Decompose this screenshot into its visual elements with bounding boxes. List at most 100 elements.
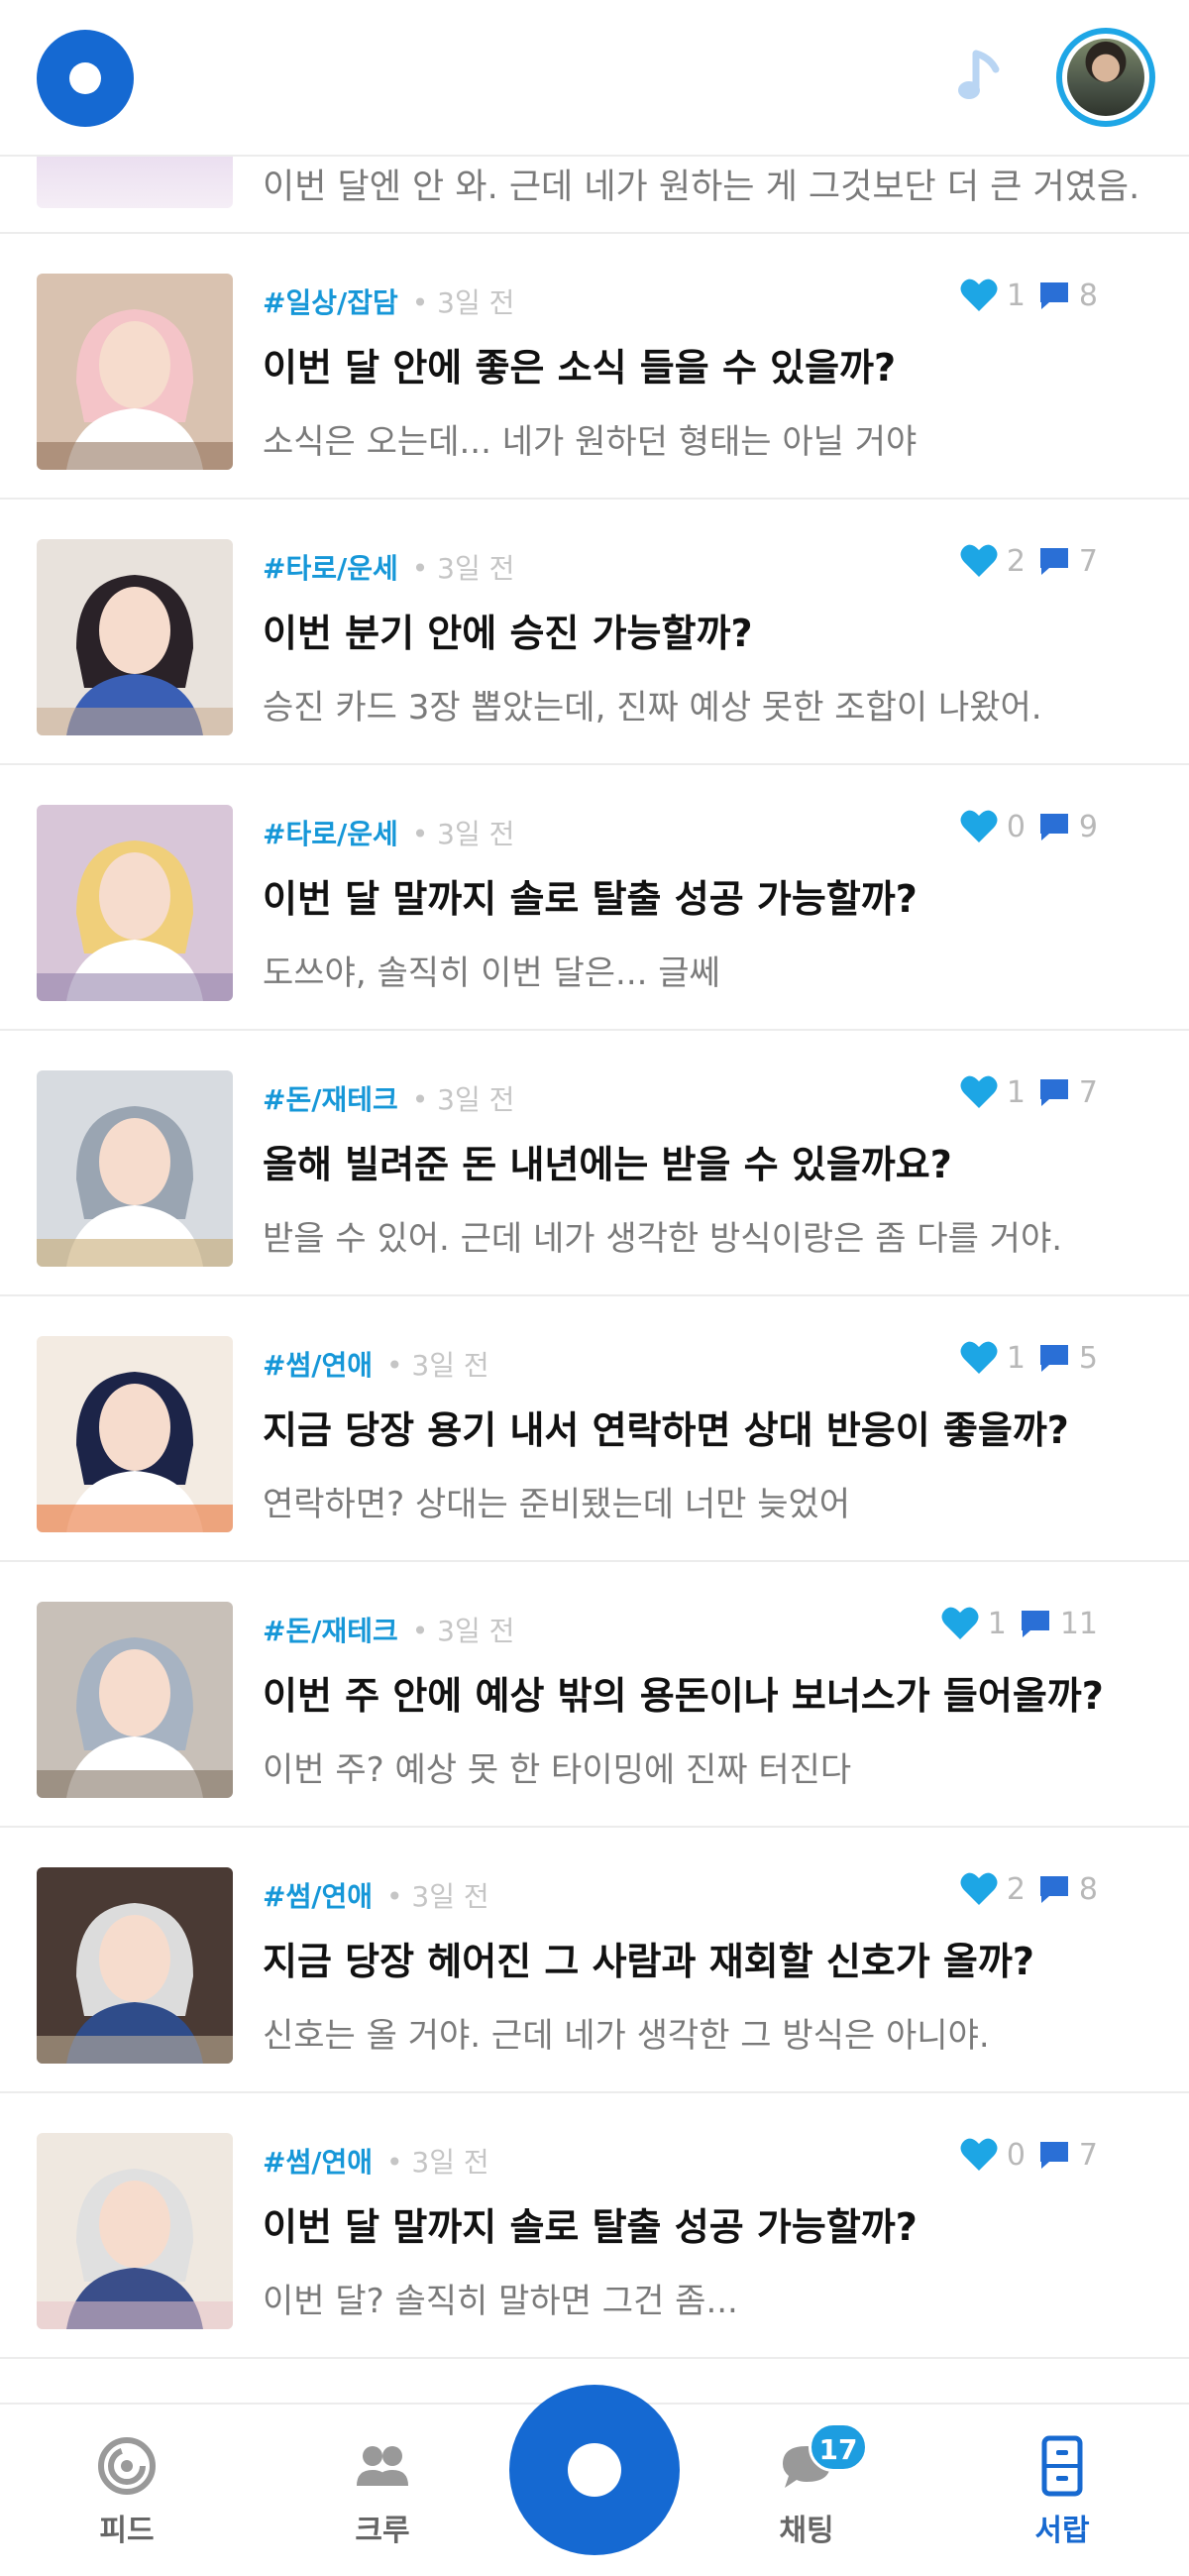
comment-icon bbox=[1021, 1611, 1049, 1637]
post-tag[interactable]: #썸/연애 • 3일 전 bbox=[263, 1875, 489, 1915]
post-thumbnail bbox=[37, 2133, 233, 2329]
list-item[interactable]: #썸/연애 • 3일 전 1 5 지금 당장 용기 내서 연락하면 상대 반응이 좋을까… bbox=[0, 1296, 1189, 1562]
comment-count-value: 8 bbox=[1078, 1871, 1098, 1907]
avatar-image bbox=[1067, 39, 1144, 116]
nav-crew[interactable]: 크루 bbox=[313, 2434, 452, 2549]
post-stats: 27 bbox=[959, 543, 1098, 579]
post-list: #일상/잡담 • 3일 전 1 8 이번 달 안에 좋은 소식 들을 수 있을까? 소식은… bbox=[0, 234, 1189, 2359]
post-title: 이번 달 안에 좋은 소식 들을 수 있을까? bbox=[263, 346, 897, 390]
heart-icon bbox=[960, 2138, 998, 2171]
heart-icon bbox=[960, 810, 998, 842]
nav-feed[interactable]: 피드 bbox=[57, 2434, 196, 2549]
profile-avatar[interactable] bbox=[1056, 28, 1155, 127]
post-thumbnail bbox=[37, 1867, 233, 2064]
list-item[interactable]: #돈/재테크 • 3일 전 1 11 이번 주 안에 예상 밖의 용돈이나 보너스가 들… bbox=[0, 1562, 1189, 1828]
music-note-icon[interactable] bbox=[956, 48, 1006, 105]
post-title: 이번 달 말까지 솔로 탈출 성공 가능할까? bbox=[263, 877, 918, 921]
comment-count-value: 8 bbox=[1078, 278, 1098, 313]
post-tag-label: #돈/재테크 bbox=[263, 1083, 398, 1116]
comment-count-value: 11 bbox=[1059, 1606, 1098, 1641]
post-tag[interactable]: #일상/잡담 • 3일 전 bbox=[263, 281, 514, 321]
like-count[interactable]: 1 bbox=[959, 278, 1026, 313]
list-item[interactable]: #썸/연애 • 3일 전 2 8 지금 당장 헤어진 그 사람과 재회할 신호가 올까?… bbox=[0, 1828, 1189, 2093]
like-count-value: 0 bbox=[1006, 809, 1026, 844]
heart-icon bbox=[960, 1341, 998, 1374]
post-preview: 이번 달엔 안 와. 근데 네가 원하는 게 그것보단 더 큰 거였음. bbox=[263, 168, 1140, 207]
nav-feed-label: 피드 bbox=[99, 2514, 155, 2548]
post-stats: 1 11 bbox=[940, 1606, 1098, 1641]
comment-count[interactable]: 5 bbox=[1037, 1341, 1098, 1376]
post-tag-label: #타로/운세 bbox=[263, 818, 398, 850]
post-time: • 3일 전 bbox=[411, 1083, 515, 1116]
nav-library[interactable]: 서랍 bbox=[993, 2434, 1132, 2549]
comment-count-value: 7 bbox=[1078, 1074, 1098, 1110]
post-title: 지금 당장 용기 내서 연락하면 상대 반응이 좋을까? bbox=[263, 1408, 1069, 1452]
heart-icon bbox=[941, 1607, 979, 1639]
post-tag[interactable]: #돈/재테크 • 3일 전 bbox=[263, 1610, 514, 1649]
post-thumbnail bbox=[37, 805, 233, 1001]
post-tag[interactable]: #돈/재테크 • 3일 전 bbox=[263, 1078, 514, 1118]
like-count-value: 1 bbox=[987, 1606, 1007, 1641]
post-preview: 이번 달? 솔직히 말하면 그건 좀... bbox=[263, 2282, 738, 2321]
chat-unread-badge: 17 bbox=[809, 2422, 868, 2472]
post-thumbnail bbox=[37, 539, 233, 735]
post-time: • 3일 전 bbox=[411, 286, 515, 319]
comment-count[interactable]: 7 bbox=[1037, 2138, 1098, 2173]
post-tag-label: #썸/연애 bbox=[263, 1349, 373, 1382]
comment-count[interactable]: 7 bbox=[1037, 1075, 1098, 1110]
comment-count[interactable]: 8 bbox=[1037, 1872, 1098, 1907]
comment-count-value: 7 bbox=[1078, 2137, 1098, 2173]
post-tag[interactable]: #썸/연애 • 3일 전 bbox=[263, 1344, 489, 1384]
like-count[interactable]: 0 bbox=[959, 2137, 1026, 2173]
like-count[interactable]: 2 bbox=[959, 1871, 1026, 1907]
post-tag[interactable]: #타로/운세 • 3일 전 bbox=[263, 813, 514, 852]
post-stats: 17 bbox=[959, 1074, 1098, 1110]
post-title: 이번 주 안에 예상 밖의 용돈이나 보너스가 들어올까? bbox=[263, 1674, 1104, 1718]
post-time: • 3일 전 bbox=[385, 1880, 489, 1913]
comment-count[interactable]: 11 bbox=[1019, 1607, 1098, 1641]
post-stats: 28 bbox=[959, 1871, 1098, 1907]
post-title: 올해 빌려준 돈 내년에는 받을 수 있을까요? bbox=[263, 1143, 952, 1186]
top-header bbox=[0, 0, 1189, 157]
app-logo-icon[interactable] bbox=[37, 30, 134, 127]
comment-count[interactable]: 9 bbox=[1037, 810, 1098, 844]
like-count-value: 1 bbox=[1006, 1074, 1026, 1110]
spiral-icon bbox=[98, 2437, 156, 2495]
comment-icon bbox=[1039, 548, 1068, 575]
bottom-nav: 피드 크루 채팅 17 서랍 bbox=[0, 2385, 1189, 2576]
post-tag[interactable]: #썸/연애 • 3일 전 bbox=[263, 2141, 489, 2181]
like-count[interactable]: 1 bbox=[959, 1074, 1026, 1110]
comment-count-value: 5 bbox=[1078, 1340, 1098, 1376]
post-tag[interactable]: #타로/운세 • 3일 전 bbox=[263, 547, 514, 587]
like-count-value: 2 bbox=[1006, 1871, 1026, 1907]
list-item-partial[interactable]: 이번 달엔 안 와. 근데 네가 원하는 게 그것보단 더 큰 거였음. bbox=[0, 157, 1189, 234]
like-count[interactable]: 1 bbox=[940, 1606, 1007, 1641]
list-item[interactable]: #돈/재테크 • 3일 전 1 7 올해 빌려준 돈 내년에는 받을 수 있을까요? 받을… bbox=[0, 1031, 1189, 1296]
like-count[interactable]: 2 bbox=[959, 543, 1026, 579]
post-title: 지금 당장 헤어진 그 사람과 재회할 신호가 올까? bbox=[263, 1940, 1034, 1983]
post-time: • 3일 전 bbox=[411, 552, 515, 585]
like-count-value: 1 bbox=[1006, 1340, 1026, 1376]
list-item[interactable]: #타로/운세 • 3일 전 0 9 이번 달 말까지 솔로 탈출 성공 가능할까? 도쓰야… bbox=[0, 765, 1189, 1031]
post-stats: 18 bbox=[959, 278, 1098, 313]
heart-icon bbox=[960, 544, 998, 577]
post-thumbnail bbox=[37, 157, 233, 208]
heart-icon bbox=[960, 279, 998, 311]
like-count[interactable]: 1 bbox=[959, 1340, 1026, 1376]
comment-count[interactable]: 7 bbox=[1037, 544, 1098, 579]
list-item[interactable]: #일상/잡담 • 3일 전 1 8 이번 달 안에 좋은 소식 들을 수 있을까? 소식은… bbox=[0, 234, 1189, 500]
post-tag-label: #썸/연애 bbox=[263, 1880, 373, 1913]
center-action-button[interactable] bbox=[509, 2385, 680, 2555]
comment-count-value: 9 bbox=[1078, 809, 1098, 844]
post-stats: 07 bbox=[959, 2137, 1098, 2173]
comment-count[interactable]: 8 bbox=[1037, 279, 1098, 313]
like-count[interactable]: 0 bbox=[959, 809, 1026, 844]
post-title: 이번 분기 안에 승진 가능할까? bbox=[263, 612, 753, 655]
post-title: 이번 달 말까지 솔로 탈출 성공 가능할까? bbox=[263, 2205, 918, 2249]
nav-crew-label: 크루 bbox=[355, 2514, 410, 2548]
comment-icon bbox=[1039, 1345, 1068, 1372]
heart-icon bbox=[960, 1075, 998, 1108]
list-item[interactable]: #타로/운세 • 3일 전 2 7 이번 분기 안에 승진 가능할까? 승진 카드 3장 … bbox=[0, 500, 1189, 765]
post-thumbnail bbox=[37, 1602, 233, 1798]
list-item[interactable]: #썸/연애 • 3일 전 0 7 이번 달 말까지 솔로 탈출 성공 가능할까? 이번 달… bbox=[0, 2093, 1189, 2359]
